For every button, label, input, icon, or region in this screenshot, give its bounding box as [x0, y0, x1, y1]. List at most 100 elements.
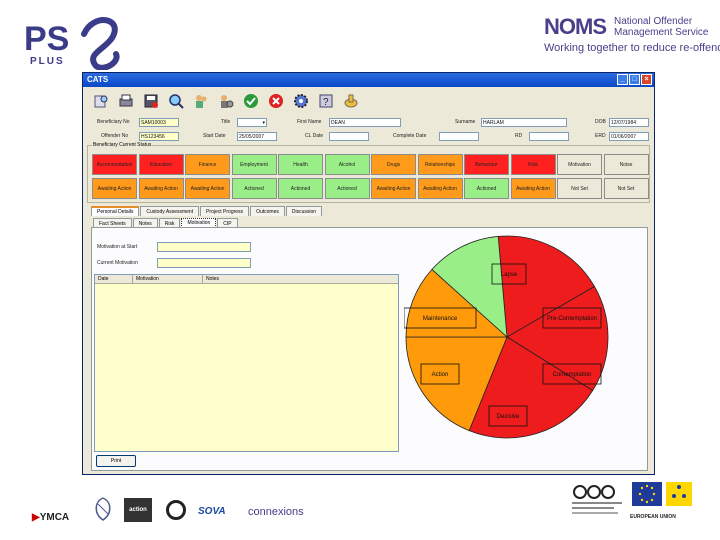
- complete-date-field[interactable]: [439, 132, 479, 141]
- esf-emblem-icon: [666, 482, 692, 508]
- first-name-field[interactable]: DEAN: [329, 118, 401, 127]
- status-cell[interactable]: Health: [278, 154, 323, 175]
- status-cell[interactable]: Actioned: [231, 178, 277, 199]
- svg-text:PS: PS: [24, 20, 69, 58]
- status-cell[interactable]: Awaiting Action: [185, 178, 230, 199]
- gear-icon[interactable]: [291, 91, 310, 110]
- first-name-label: First Name: [297, 119, 322, 125]
- cycle-label: Contemplation: [553, 372, 592, 378]
- current-motivation-field[interactable]: [157, 258, 251, 268]
- chevron-down-icon: ▾: [262, 120, 265, 126]
- status-cell[interactable]: Awaiting Action: [92, 178, 137, 199]
- window-title: CATS: [87, 75, 109, 84]
- beneficiary-no-field[interactable]: SAM10003: [139, 118, 179, 127]
- toolbar: ?: [91, 91, 360, 110]
- status-cell[interactable]: Not Set: [557, 178, 602, 199]
- beneficiary-status-group: Beneficiary Current Status Accommodation…: [87, 142, 650, 203]
- close-button[interactable]: ×: [641, 74, 652, 85]
- find-icon[interactable]: [91, 91, 110, 110]
- connexions-logo: connexions: [248, 506, 304, 518]
- status-cell[interactable]: Not Set: [603, 178, 649, 199]
- print-icon[interactable]: [116, 91, 135, 110]
- table-header: Date Motivation Notes: [95, 275, 398, 284]
- noms-name-line1: National Offender: [614, 16, 693, 27]
- status-cell[interactable]: Education: [138, 154, 184, 175]
- maximize-button[interactable]: □: [629, 74, 640, 85]
- status-cell[interactable]: Accommodation: [92, 154, 137, 175]
- surname-field[interactable]: HARLAM: [481, 118, 567, 127]
- status-cell[interactable]: Actioned: [324, 178, 370, 199]
- status-cell[interactable]: Motivation: [557, 154, 602, 175]
- erd-field[interactable]: 01/06/2007: [609, 132, 649, 141]
- status-cell[interactable]: Noise: [603, 154, 649, 175]
- settings-users-icon[interactable]: [216, 91, 235, 110]
- start-date-field[interactable]: 25/05/2007: [237, 132, 277, 141]
- beneficiary-no-label: Beneficiary No: [97, 119, 130, 125]
- cycle-of-change-diagram: Lapse Pre-Contemplation Contemplation Decis…: [404, 235, 609, 439]
- sova-logo: SOVA: [198, 506, 226, 517]
- rd-field[interactable]: [529, 132, 569, 141]
- column-date[interactable]: Date: [95, 275, 133, 283]
- european-union-label: EUROPEAN UNION: [630, 514, 676, 520]
- status-group-title: Beneficiary Current Status: [92, 142, 153, 148]
- help-icon[interactable]: ?: [316, 91, 335, 110]
- print-button[interactable]: Print: [96, 455, 136, 467]
- title-label: Title: [221, 119, 231, 125]
- status-cell[interactable]: Behaviour: [464, 154, 509, 175]
- cl-date-label: CL Date: [305, 133, 324, 139]
- svg-text:PLUS: PLUS: [30, 56, 65, 67]
- status-cell[interactable]: Awaiting Action: [510, 178, 556, 199]
- title-select[interactable]: ▾: [237, 118, 267, 127]
- svg-text:?: ?: [323, 97, 329, 108]
- motivation-at-start-label: Motivation at Start: [97, 244, 138, 250]
- status-cell[interactable]: Alcohol: [324, 154, 370, 175]
- status-cell[interactable]: Risk: [510, 154, 556, 175]
- status-cell[interactable]: Relationships: [417, 154, 463, 175]
- title-bar: CATS _ □ ×: [83, 73, 654, 87]
- cancel-icon[interactable]: [266, 91, 285, 110]
- action-logo: action: [124, 498, 152, 522]
- minimize-button[interactable]: _: [617, 74, 628, 85]
- cycle-label: Maintenance: [423, 316, 458, 322]
- column-motivation[interactable]: Motivation: [133, 275, 203, 283]
- noms-tagline: Working together to reduce re-offending: [544, 42, 720, 54]
- users-icon[interactable]: [191, 91, 210, 110]
- noms-name-line2: Management Service: [614, 27, 709, 38]
- tab-personal-details[interactable]: Personal Details: [91, 206, 140, 216]
- circle-logo: [166, 500, 186, 520]
- tab-outcomes[interactable]: Outcomes: [250, 206, 285, 216]
- current-motivation-label: Current Motivation: [97, 260, 138, 266]
- start-date-label: Start Date: [203, 133, 226, 139]
- esf-partners-logo: [570, 482, 626, 522]
- status-cell[interactable]: Awaiting Action: [417, 178, 463, 199]
- status-cell[interactable]: Employment: [231, 154, 277, 175]
- motivation-history-table[interactable]: Date Motivation Notes: [94, 274, 399, 452]
- status-cell[interactable]: Awaiting Action: [371, 178, 416, 199]
- main-tabs: Personal Details Custody Assessment Proj…: [91, 206, 323, 216]
- cl-date-field[interactable]: [329, 132, 369, 141]
- dob-label: DOB: [595, 119, 606, 125]
- noms-logo: NOMS National Offender Management Servic…: [544, 14, 720, 56]
- surname-label: Surname: [455, 119, 476, 125]
- cycle-label: Decisive: [497, 414, 520, 420]
- motivation-at-start-field[interactable]: [157, 242, 251, 252]
- offender-no-field[interactable]: HS123456: [139, 132, 179, 141]
- eu-flag-icon: [632, 482, 662, 512]
- status-cell[interactable]: Actioned: [464, 178, 509, 199]
- search-icon[interactable]: [166, 91, 185, 110]
- accept-icon[interactable]: [241, 91, 260, 110]
- tab-project-progress[interactable]: Project Progress: [200, 206, 250, 216]
- status-cell[interactable]: Actioned: [278, 178, 323, 199]
- column-notes[interactable]: Notes: [203, 275, 398, 283]
- save-icon[interactable]: [141, 91, 160, 110]
- dob-field[interactable]: 12/07/1984: [609, 118, 649, 127]
- noms-wordmark: NOMS: [544, 14, 607, 39]
- cycle-label: Lapse: [501, 272, 518, 278]
- tab-custody-assessment[interactable]: Custody Assessment: [140, 206, 200, 216]
- status-cell[interactable]: Awaiting Action: [138, 178, 184, 199]
- erd-label: ERD: [595, 133, 606, 139]
- status-cell[interactable]: Drugs: [371, 154, 416, 175]
- hand-icon[interactable]: [341, 91, 360, 110]
- status-cell[interactable]: Finance: [185, 154, 230, 175]
- tab-discussion[interactable]: Discussion: [285, 206, 323, 216]
